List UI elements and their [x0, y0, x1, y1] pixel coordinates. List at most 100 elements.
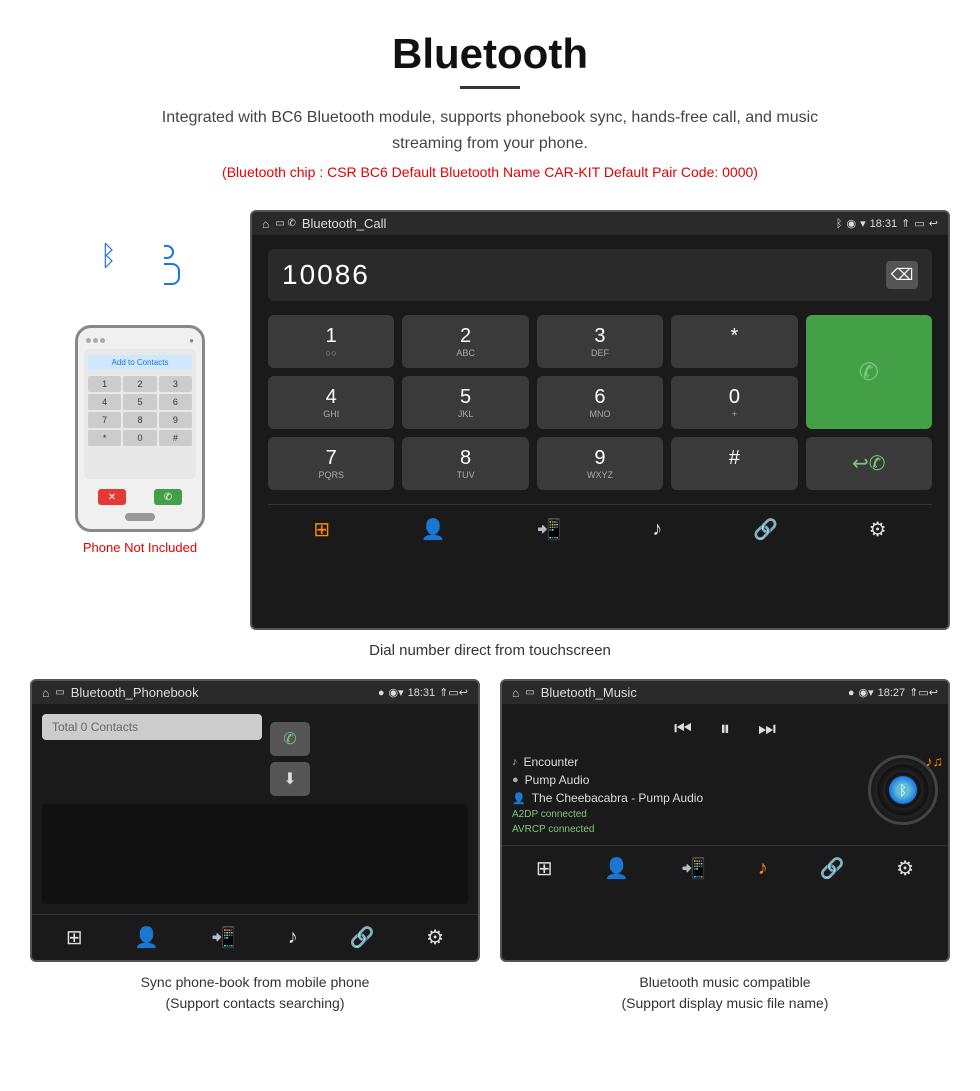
phone-key-0: 0	[123, 430, 156, 446]
note-icon: ♪	[512, 756, 518, 768]
key-9[interactable]: 9WXYZ	[537, 437, 663, 490]
keypad-grid: 1○○ 2ABC 3DEF * ✆	[268, 315, 932, 490]
ms-link-icon[interactable]: 🔗	[811, 852, 852, 885]
music-card: ⌂ ▭ Bluetooth_Music ● ◉▾ 18:27 ⇑▭↩ ⏮ ⏸	[500, 679, 950, 1014]
key-4[interactable]: 4GHI	[268, 376, 394, 429]
play-pause-button[interactable]: ⏸	[712, 714, 738, 745]
toolbar-keypad-icon[interactable]: ⊞	[305, 513, 338, 546]
pb-link-icon[interactable]: 🔗	[341, 921, 382, 954]
music-notes-decoration: ♪♫	[926, 753, 944, 769]
download-action-button[interactable]: ⬇	[270, 762, 310, 796]
ms-settings-icon[interactable]: ⚙	[888, 852, 922, 885]
phone-dot	[93, 338, 98, 343]
ms-music-icon[interactable]: ♪	[750, 853, 776, 884]
ms-contacts-icon[interactable]: 👤	[596, 852, 637, 885]
music-screen: ⌂ ▭ Bluetooth_Music ● ◉▾ 18:27 ⇑▭↩ ⏮ ⏸	[500, 679, 950, 962]
music-info: ♪ Encounter ● Pump Audio 👤 The Cheebacab…	[512, 755, 938, 835]
toolbar-music-icon[interactable]: ♪	[644, 514, 670, 545]
bluetooth-icon: ᛒ	[100, 240, 117, 271]
music-body: ⏮ ⏸ ⏭ ♪ Encounter ● P	[502, 704, 948, 845]
status-icons: ᛒ ◉ ▾ 18:31 ⇑ ▭ ↩	[836, 217, 938, 230]
call-button[interactable]: ✆	[806, 315, 932, 429]
ms-transfer-icon[interactable]: 📲	[673, 852, 714, 885]
phone-key-5: 5	[123, 394, 156, 410]
vinyl-record: ᛒ ♪♫	[868, 755, 938, 825]
time-ms: 18:27	[878, 687, 906, 699]
avrcp-status: AVRCP connected	[512, 824, 858, 835]
a2dp-status: A2DP connected	[512, 809, 858, 820]
music-controls: ⏮ ⏸ ⏭	[512, 714, 938, 745]
phone-top-bar: ●	[84, 336, 196, 345]
key-3[interactable]: 3DEF	[537, 315, 663, 368]
call-action-button[interactable]: ✆	[270, 722, 310, 756]
specs-line: (Bluetooth chip : CSR BC6 Default Blueto…	[40, 164, 940, 180]
time-display: 18:31	[870, 218, 898, 230]
home-icon-ms: ⌂	[512, 686, 519, 700]
number-display: 10086 ⌫	[268, 249, 932, 301]
person-icon-ms: 👤	[512, 792, 526, 805]
music-text: ♪ Encounter ● Pump Audio 👤 The Cheebacab…	[512, 755, 858, 835]
toolbar-contacts-icon[interactable]: 👤	[413, 513, 454, 546]
pb-status-icons: ● ◉▾ 18:31 ⇑▭↩	[378, 686, 468, 699]
ms-keypad-icon[interactable]: ⊞	[528, 852, 561, 885]
expand-icon: ⇑	[901, 217, 910, 230]
expand-ms: ⇑▭↩	[909, 686, 938, 699]
pb-settings-icon[interactable]: ⚙	[418, 921, 452, 954]
phone-key-9: 9	[159, 412, 192, 428]
track-row: ♪ Encounter	[512, 755, 858, 769]
phone-key-2: 2	[123, 376, 156, 392]
track-name: Encounter	[524, 755, 579, 769]
phone-key-star: *	[88, 430, 121, 446]
bluetooth-icon-wrapper: ᛒ	[100, 240, 180, 310]
android-dialer-screen: ⌂ ▭ ✆ Bluetooth_Call ᛒ ◉ ▾ 18:31 ⇑ ▭ ↩ 1…	[250, 210, 950, 630]
home-icon-pb: ⌂	[42, 686, 49, 700]
title-underline	[460, 86, 520, 89]
key-star[interactable]: *	[671, 315, 797, 368]
forward-button[interactable]: ⏭	[750, 714, 784, 745]
pb-toolbar: ⊞ 👤 📲 ♪ 🔗 ⚙	[32, 914, 478, 960]
nav-icons: ▭ ✆	[275, 218, 296, 229]
phonebook-screen: ⌂ ▭ Bluetooth_Phonebook ● ◉▾ 18:31 ⇑▭↩ T…	[30, 679, 480, 962]
key-1[interactable]: 1○○	[268, 315, 394, 368]
phone-numpad: 1 2 3 4 5 6 7 8 9 * 0 #	[88, 376, 192, 446]
dialer-body: 10086 ⌫ 1○○ 2ABC 3DEF *	[252, 235, 948, 564]
music-status-bar: ⌂ ▭ Bluetooth_Music ● ◉▾ 18:27 ⇑▭↩	[502, 681, 948, 704]
key-8[interactable]: 8TUV	[402, 437, 528, 490]
dialer-caption: Dial number direct from touchscreen	[30, 642, 950, 659]
phone-bottom-bar: ✕ ✆	[84, 485, 196, 509]
toolbar-link-icon[interactable]: 🔗	[745, 513, 786, 546]
key-hash[interactable]: #	[671, 437, 797, 490]
bottom-screens: ⌂ ▭ Bluetooth_Phonebook ● ◉▾ 18:31 ⇑▭↩ T…	[30, 679, 950, 1014]
pb-transfer-icon[interactable]: 📲	[203, 921, 244, 954]
music-title: Bluetooth_Music	[541, 685, 842, 700]
expand-pb: ⇑▭↩	[439, 686, 468, 699]
key-7[interactable]: 7PQRS	[268, 437, 394, 490]
pb-keypad-icon[interactable]: ⊞	[58, 921, 91, 954]
recall-button[interactable]: ↩✆	[806, 437, 932, 490]
wave-medium	[164, 263, 180, 285]
artist-row: ● Pump Audio	[512, 773, 858, 787]
pb-music-icon[interactable]: ♪	[280, 922, 306, 953]
top-section: ᛒ ● Add to Contacts	[30, 210, 950, 630]
dot-icon: ●	[512, 774, 519, 786]
backspace-button[interactable]: ⌫	[886, 261, 918, 289]
toolbar-transfer-icon[interactable]: 📲	[529, 513, 570, 546]
main-content: ᛒ ● Add to Contacts	[0, 210, 980, 1014]
key-0[interactable]: 0+	[671, 376, 797, 429]
key-6[interactable]: 6MNO	[537, 376, 663, 429]
vinyl-center: ᛒ	[889, 776, 917, 804]
phone-key-1: 1	[88, 376, 121, 392]
phone-screen: Add to Contacts 1 2 3 4 5 6 7 8 9 * 0 #	[84, 349, 196, 479]
rewind-button[interactable]: ⏮	[666, 714, 700, 745]
nav-icons-ms: ▭	[525, 687, 534, 698]
toolbar-settings-icon[interactable]: ⚙	[861, 513, 895, 546]
phone-dots	[86, 338, 105, 343]
key-5[interactable]: 5JKL	[402, 376, 528, 429]
key-2[interactable]: 2ABC	[402, 315, 528, 368]
pb-contacts-icon[interactable]: 👤	[126, 921, 167, 954]
dialed-number: 10086	[282, 259, 370, 291]
bt-icon-pb: ●	[378, 687, 385, 699]
contacts-search-box[interactable]: Total 0 Contacts	[42, 714, 262, 740]
phone-key-3: 3	[159, 376, 192, 392]
full-title-row: 👤 The Cheebacabra - Pump Audio	[512, 791, 858, 805]
